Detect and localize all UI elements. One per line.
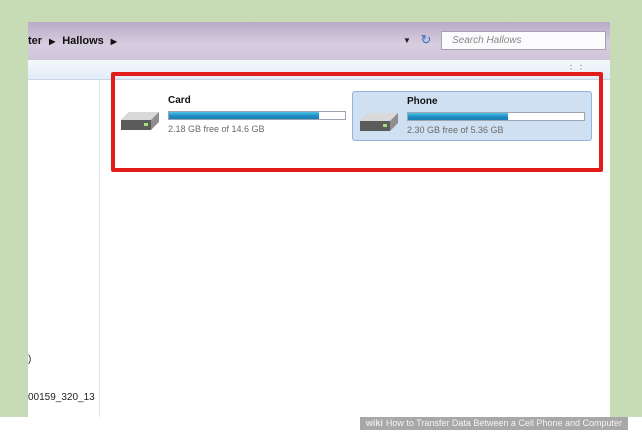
breadcrumb: ter ▶ Hallows ▶: [28, 35, 124, 47]
nav-item[interactable]: 00159_320_13: [28, 392, 95, 403]
drive-free-space: 2.18 GB free of 14.6 GB: [168, 124, 265, 134]
chevron-right-icon[interactable]: ▶: [111, 37, 117, 46]
capacity-bar-fill: [408, 113, 509, 120]
drive-card[interactable]: Card 2.18 GB free of 14.6 GB: [114, 91, 354, 141]
drive-name: Card: [168, 95, 191, 106]
drive-free-space: 2.30 GB free of 5.36 GB: [407, 125, 504, 135]
address-bar[interactable]: ter ▶ Hallows ▶ ▼ ↻ Search Hallows: [28, 22, 610, 60]
chevron-down-icon[interactable]: ▼: [403, 36, 411, 45]
refresh-icon[interactable]: ↻: [416, 31, 436, 49]
caption: wiki How to Transfer Data Between a Cell …: [359, 417, 628, 430]
search-placeholder: Search Hallows: [452, 35, 522, 46]
capacity-bar: [407, 112, 585, 121]
caption-bar: wiki How to Transfer Data Between a Cell …: [0, 417, 642, 445]
drive-name: Phone: [407, 96, 438, 107]
nav-item[interactable]: ): [28, 354, 31, 365]
content-pane: Card 2.18 GB free of 14.6 GB Phone 2.30 …: [100, 72, 610, 417]
removable-drive-icon: [121, 112, 159, 130]
removable-drive-icon: [360, 113, 398, 131]
screenshot-frame: ter ▶ Hallows ▶ ▼ ↻ Search Hallows ⋮⋮ ) 001…: [0, 0, 642, 445]
caption-brand: wiki: [365, 418, 383, 428]
drive-phone[interactable]: Phone 2.30 GB free of 5.36 GB: [352, 91, 592, 141]
breadcrumb-parent[interactable]: ter: [28, 35, 42, 47]
navigation-pane: ) 00159_320_13: [28, 80, 100, 417]
search-input[interactable]: Search Hallows: [441, 31, 606, 50]
capacity-bar-fill: [169, 112, 319, 119]
caption-text: How to Transfer Data Between a Cell Phon…: [385, 418, 622, 428]
breadcrumb-current[interactable]: Hallows: [62, 35, 104, 47]
capacity-bar: [168, 111, 346, 120]
chevron-right-icon[interactable]: ▶: [49, 37, 55, 46]
explorer-window: ter ▶ Hallows ▶ ▼ ↻ Search Hallows ⋮⋮ ) 001…: [28, 22, 610, 417]
